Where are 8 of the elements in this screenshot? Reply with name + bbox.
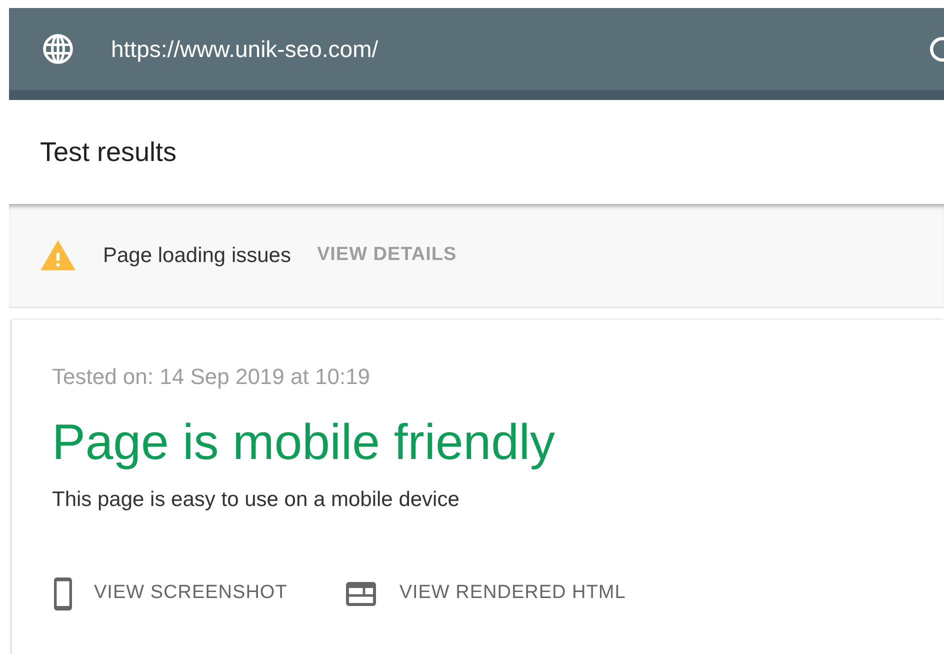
view-html-button[interactable]: VIEW RENDERED HTML bbox=[343, 576, 626, 612]
result-description: This page is easy to use on a mobile device bbox=[52, 487, 460, 513]
view-screenshot-button[interactable]: VIEW SCREENSHOT bbox=[52, 576, 288, 612]
issue-text: Page loading issues bbox=[103, 242, 291, 269]
url-text: https://www.unik-seo.com/ bbox=[111, 34, 378, 64]
result-heading: Page is mobile friendly bbox=[52, 415, 556, 470]
tested-date: Tested on: 14 Sep 2019 at 10:19 bbox=[52, 363, 372, 391]
page-title: Test results bbox=[40, 136, 177, 169]
